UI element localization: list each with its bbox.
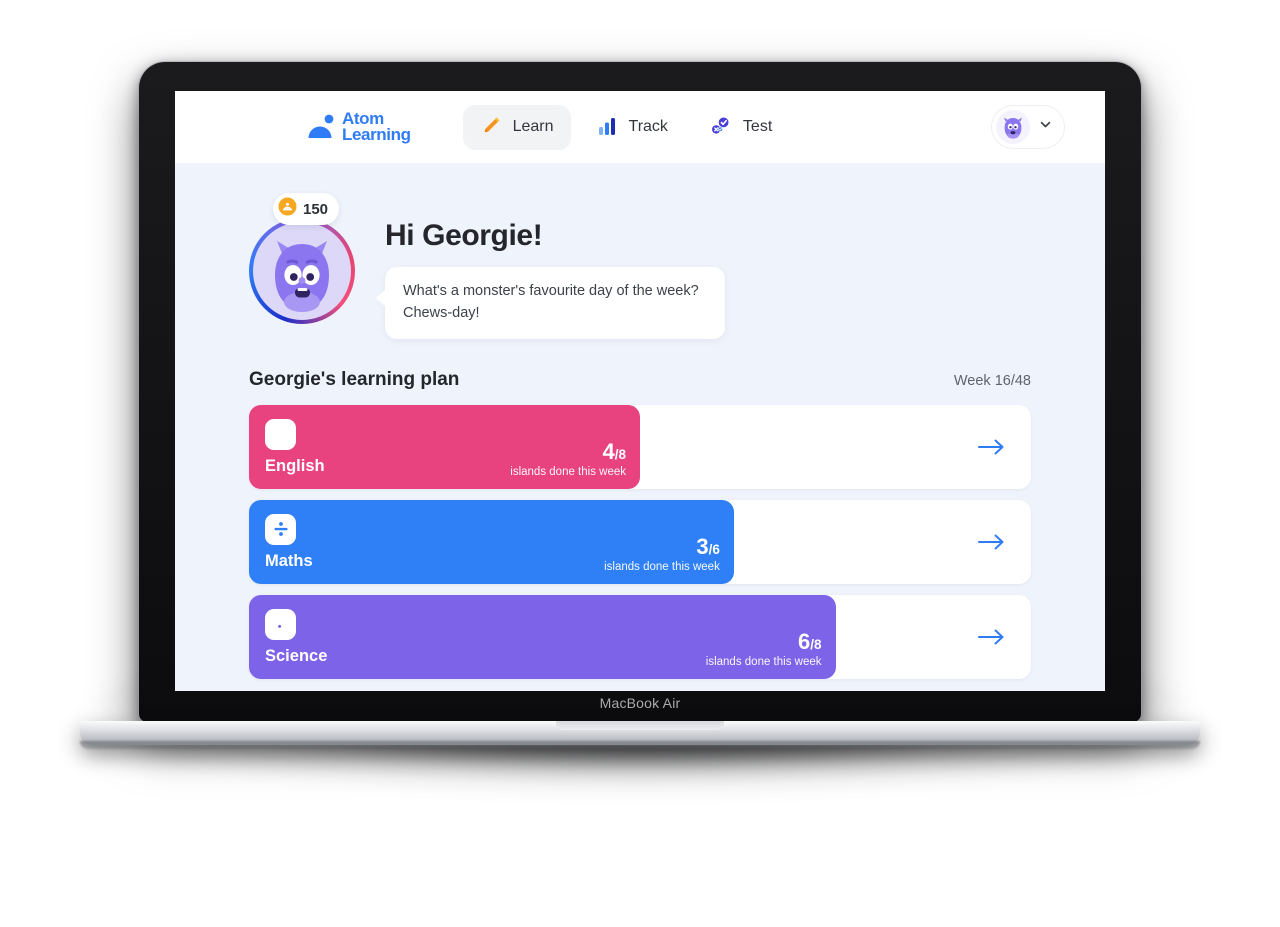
subject-name-english: English bbox=[265, 456, 325, 475]
coin-icon bbox=[278, 197, 297, 221]
flask-icon bbox=[265, 608, 296, 640]
tab-track-label: Track bbox=[628, 118, 668, 135]
brand-line-2: Learning bbox=[342, 125, 411, 144]
tab-test-label: Test bbox=[742, 118, 773, 135]
subject-total-english: /8 bbox=[614, 447, 626, 463]
division-icon bbox=[265, 513, 296, 545]
check-cross-badge-icon bbox=[710, 115, 732, 140]
progress-fill-maths: Maths 3/6 islands done this week bbox=[249, 499, 734, 584]
bar-chart-icon bbox=[596, 115, 618, 140]
joke-line-1: What's a monster's favourite day of the … bbox=[403, 283, 699, 299]
subject-list: English 4/8 islands done this week Maths… bbox=[249, 404, 1031, 679]
subject-stats-science: 6/8 islands done this week bbox=[705, 629, 822, 668]
subject-done-science: 6 bbox=[797, 629, 811, 655]
laptop-screen: Atom Learning Learn Track Test 150 Hi Ge… bbox=[175, 91, 1105, 691]
tab-learn-label: Learn bbox=[512, 118, 554, 135]
atom-learning-logo-icon bbox=[307, 114, 337, 140]
progress-fill-science: Science 6/8 islands done this week bbox=[249, 594, 836, 679]
profile-menu-button[interactable] bbox=[991, 105, 1065, 149]
learning-plan-week: Week 16/48 bbox=[953, 372, 1031, 389]
learning-plan-header: Georgie's learning plan Week 16/48 bbox=[249, 369, 1031, 391]
coin-badge: 150 bbox=[273, 193, 340, 225]
subject-caption-english: islands done this week bbox=[510, 465, 626, 478]
arrow-right-icon[interactable] bbox=[977, 435, 1005, 459]
subject-row-science[interactable]: Science 6/8 islands done this week bbox=[249, 594, 1031, 679]
arrow-right-icon[interactable] bbox=[977, 625, 1005, 649]
subject-name-science: Science bbox=[265, 646, 328, 665]
device-model-label: MacBook Air bbox=[599, 695, 681, 711]
subject-caption-science: islands done this week bbox=[705, 655, 822, 668]
avatar bbox=[996, 110, 1030, 144]
monster-avatar-icon bbox=[1004, 117, 1022, 139]
learner-avatar-block: 150 bbox=[249, 193, 361, 324]
subject-row-maths[interactable]: Maths 3/6 islands done this week bbox=[249, 499, 1031, 584]
navbar-right bbox=[991, 105, 1065, 149]
arrow-right-icon[interactable] bbox=[977, 530, 1005, 554]
brand-logo[interactable]: Atom Learning bbox=[307, 110, 411, 144]
avatar-progress-ring bbox=[249, 218, 355, 324]
primary-nav-tabs: Learn Track Test bbox=[462, 104, 790, 150]
hero-section: 150 Hi Georgie! What's a monster's favou… bbox=[249, 163, 1031, 339]
monster-avatar-large-icon bbox=[275, 241, 329, 312]
subject-total-science: /8 bbox=[810, 637, 822, 653]
subject-done-english: 4 bbox=[602, 439, 615, 465]
subject-stats-maths: 3/6 islands done this week bbox=[604, 534, 720, 573]
app-navbar: Atom Learning Learn Track Test bbox=[175, 91, 1105, 163]
subject-done-maths: 3 bbox=[696, 534, 709, 560]
chevron-down-icon bbox=[1038, 117, 1053, 137]
progress-fill-english: English 4/8 islands done this week bbox=[249, 404, 640, 489]
pencil-icon bbox=[480, 115, 502, 140]
subject-caption-maths: islands done this week bbox=[604, 560, 720, 573]
coin-value: 150 bbox=[303, 200, 329, 218]
tab-learn[interactable]: Learn bbox=[462, 104, 571, 150]
joke-bubble: What's a monster's favourite day of the … bbox=[376, 267, 725, 339]
book-icon bbox=[265, 418, 296, 450]
learning-plan-title: Georgie's learning plan bbox=[249, 368, 460, 390]
subject-total-maths: /6 bbox=[708, 542, 720, 558]
joke-line-2: Chews-day! bbox=[403, 304, 480, 321]
subject-name-maths: Maths bbox=[265, 551, 313, 570]
laptop-base-shadow bbox=[80, 741, 1200, 749]
avatar bbox=[253, 222, 351, 320]
page-title: Hi Georgie! bbox=[385, 219, 543, 252]
tab-track[interactable]: Track bbox=[579, 105, 685, 150]
subject-row-english[interactable]: English 4/8 islands done this week bbox=[249, 404, 1031, 489]
hero-text: Hi Georgie! What's a monster's favourite… bbox=[376, 193, 725, 339]
tab-test[interactable]: Test bbox=[693, 105, 789, 150]
subject-stats-english: 4/8 islands done this week bbox=[510, 439, 626, 478]
app-content: 150 Hi Georgie! What's a monster's favou… bbox=[175, 163, 1105, 691]
screenshot-stage: Atom Learning Learn Track Test 150 Hi Ge… bbox=[0, 0, 1280, 927]
